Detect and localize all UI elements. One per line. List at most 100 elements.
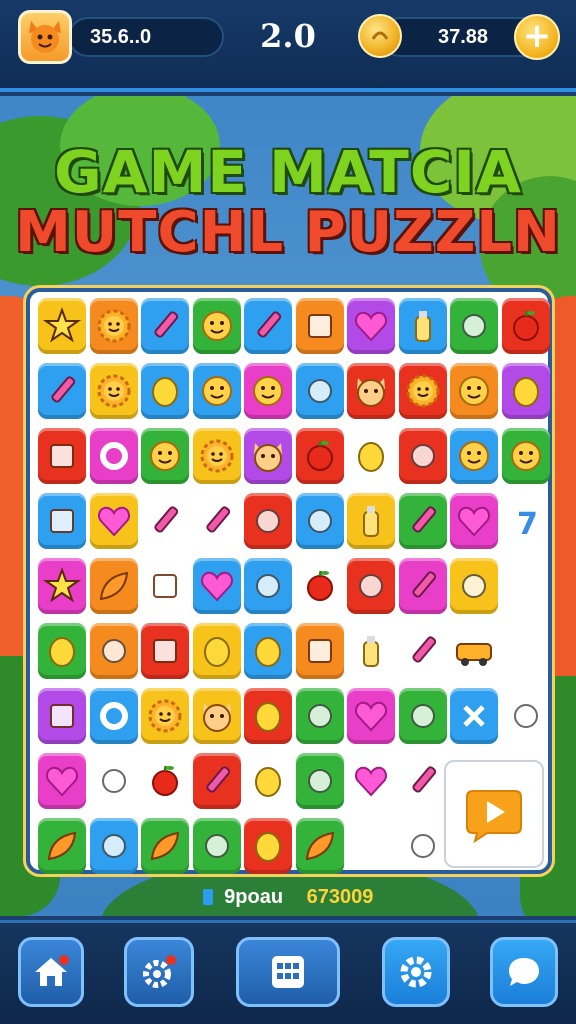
tile-sun[interactable]	[192, 428, 241, 484]
crayon-icon	[205, 506, 230, 533]
nav-grid-button[interactable]	[236, 937, 340, 1007]
tile-heart[interactable]	[347, 688, 395, 744]
nav-home-button[interactable]	[18, 937, 84, 1007]
tile-apple[interactable]	[501, 298, 550, 354]
tile-box[interactable]	[295, 298, 344, 354]
tile-frog[interactable]	[501, 428, 550, 484]
tile-truck[interactable]	[450, 623, 498, 679]
tile-apple[interactable]	[141, 753, 189, 809]
tile-tomato[interactable]	[295, 428, 344, 484]
tile-triangle[interactable]	[244, 558, 292, 614]
tile-gem[interactable]	[295, 753, 344, 809]
tile-bird[interactable]	[450, 558, 498, 614]
tile-ring[interactable]	[502, 558, 550, 614]
add-coins-button[interactable]: +	[514, 14, 560, 60]
tile-lemon[interactable]	[38, 623, 86, 679]
nav-settings-alt-button[interactable]	[124, 937, 194, 1007]
player-avatar[interactable]	[18, 10, 72, 64]
smile-icon	[253, 376, 283, 406]
tile-smile[interactable]	[244, 363, 292, 419]
tile-seven[interactable]: 7	[502, 493, 550, 549]
tile-sun[interactable]	[89, 298, 138, 354]
tile-candy[interactable]	[450, 298, 498, 354]
tile-sun[interactable]	[89, 363, 138, 419]
special-item-slot[interactable]	[444, 760, 544, 868]
tile-egg[interactable]	[244, 818, 292, 874]
tile-moon[interactable]	[244, 493, 292, 549]
tile-bat[interactable]	[347, 558, 395, 614]
tile-block[interactable]	[38, 493, 86, 549]
tile-pencil[interactable]	[244, 298, 292, 354]
tile-leaf[interactable]	[295, 818, 344, 874]
tile-gear[interactable]	[192, 818, 241, 874]
tile-apple[interactable]	[296, 558, 344, 614]
tile-lolly[interactable]	[295, 688, 344, 744]
tile-cat[interactable]	[192, 688, 241, 744]
tile-heart[interactable]	[192, 558, 241, 614]
tile-block[interactable]	[38, 428, 86, 484]
leaf-icon	[305, 831, 334, 861]
tile-leaf[interactable]	[141, 818, 189, 874]
tile-carrot[interactable]	[38, 818, 86, 874]
tile-gate[interactable]	[295, 623, 344, 679]
tile-heart[interactable]	[38, 753, 86, 809]
tile-bottle[interactable]	[398, 298, 447, 354]
tile-heart[interactable]	[89, 493, 138, 549]
nav-chat-button[interactable]	[490, 937, 558, 1007]
tile-face[interactable]	[450, 428, 498, 484]
tile-chalk[interactable]	[398, 493, 447, 549]
tile-ring[interactable]	[89, 428, 138, 484]
tile-cube[interactable]	[141, 558, 189, 614]
tile-wand[interactable]	[141, 298, 189, 354]
tile-heart[interactable]	[450, 493, 498, 549]
tile-bone[interactable]	[89, 623, 138, 679]
tile-balloon[interactable]	[192, 623, 241, 679]
tile-star[interactable]	[38, 298, 86, 354]
tile-plum[interactable]	[501, 363, 550, 419]
tile-stick[interactable]	[141, 493, 189, 549]
tile-monster[interactable]	[192, 298, 241, 354]
tile-monster[interactable]	[141, 428, 189, 484]
tile-jar[interactable]	[347, 493, 395, 549]
nav-settings-button[interactable]	[382, 937, 450, 1007]
tile-heart[interactable]	[347, 298, 395, 354]
tile-smile[interactable]	[192, 363, 241, 419]
tile-star[interactable]	[38, 558, 86, 614]
tile-ring[interactable]	[89, 688, 138, 744]
tile-brush[interactable]	[192, 753, 241, 809]
tile-spoon[interactable]	[295, 363, 344, 419]
ring-icon	[511, 572, 540, 600]
tile-heart[interactable]	[347, 753, 395, 809]
game-board[interactable]: 7	[26, 288, 552, 874]
tile-pill[interactable]	[89, 818, 138, 874]
tile-balloon[interactable]	[244, 623, 292, 679]
tile-lemon[interactable]	[347, 428, 395, 484]
tile-banana[interactable]	[90, 753, 138, 809]
tile-bird[interactable]	[502, 688, 550, 744]
tile-crayon[interactable]	[193, 493, 241, 549]
tile-knife[interactable]	[398, 428, 447, 484]
tile-pencil[interactable]	[399, 753, 447, 809]
tile-cat[interactable]	[347, 363, 395, 419]
tile-bean[interactable]	[244, 753, 292, 809]
tile-spoon[interactable]	[398, 688, 447, 744]
tile-bottle[interactable]	[347, 623, 395, 679]
tile-cat[interactable]	[244, 428, 292, 484]
tile-spoon[interactable]	[295, 493, 344, 549]
heart-icon	[355, 311, 387, 342]
tile-egg[interactable]	[244, 688, 292, 744]
tile-square[interactable]	[141, 623, 189, 679]
tile-pen[interactable]	[399, 623, 447, 679]
tile-cross[interactable]	[450, 688, 498, 744]
tile-face[interactable]	[450, 363, 498, 419]
tile-leaf[interactable]	[89, 558, 138, 614]
tile-pencil[interactable]	[398, 558, 447, 614]
monster-icon	[150, 441, 180, 471]
tile-sun[interactable]	[398, 363, 447, 419]
tile-pencil[interactable]	[38, 363, 86, 419]
ring-icon	[99, 702, 128, 730]
tile-box[interactable]	[38, 688, 86, 744]
tile-sun[interactable]	[141, 688, 189, 744]
tile-orange[interactable]	[141, 363, 189, 419]
tile-flag[interactable]	[399, 818, 447, 874]
